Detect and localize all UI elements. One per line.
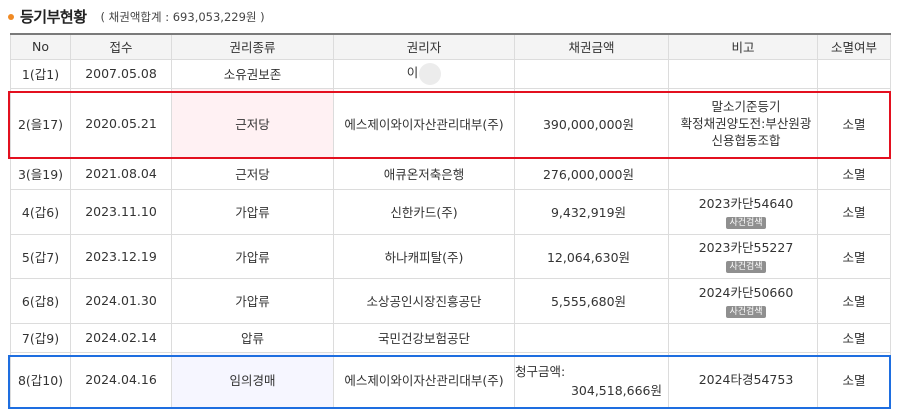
row-date: 2024.04.16 xyxy=(70,351,172,408)
row-no: 4(갑6) xyxy=(10,188,71,235)
row-status: 소멸 xyxy=(817,351,891,408)
row-type: 근저당 xyxy=(171,87,334,159)
bullet-icon xyxy=(8,13,14,20)
row-status: 소멸 xyxy=(817,87,891,159)
row-note: 2023카단54640 사건검색 xyxy=(668,188,818,235)
claim-amount-value: 304,518,666원 xyxy=(570,382,662,398)
row-amount: 390,000,000원 xyxy=(514,87,669,159)
row-no: 6(갑8) xyxy=(10,277,71,324)
row-holder: 에스제이와이자산관리대부(주) xyxy=(333,87,515,159)
row-type: 가압류 xyxy=(171,188,334,235)
table-row: 4(갑6) 2023.11.10 가압류 신한카드(주) 9,432,919원 … xyxy=(10,188,891,235)
note-line: 확정채권양도전:부산원광 xyxy=(680,115,812,131)
note-line: 신용협동조합 xyxy=(711,132,781,148)
claim-amount-label: 청구금액: xyxy=(515,363,566,379)
row-no: 1(갑1) xyxy=(10,58,71,89)
note-line: 말소기준등기 xyxy=(711,98,781,114)
row-no: 3(을19) xyxy=(10,157,71,190)
row-date: 2020.05.21 xyxy=(70,87,172,159)
row-amount xyxy=(514,58,669,89)
table-row: 6(갑8) 2024.01.30 가압류 소상공인시장진흥공단 5,555,68… xyxy=(10,277,891,324)
row-type: 소유권보존 xyxy=(171,58,334,89)
page-title: 등기부현황 xyxy=(20,7,87,26)
row-type: 가압류 xyxy=(171,233,334,279)
row-holder: 애큐온저축은행 xyxy=(333,157,515,190)
row-holder: 이 xyxy=(333,58,515,89)
row-status: 소멸 xyxy=(817,277,891,324)
table-row: 7(갑9) 2024.02.14 압류 국민건강보험공단 소멸 xyxy=(10,322,891,353)
row-holder: 신한카드(주) xyxy=(333,188,515,235)
row-no: 8(갑10) xyxy=(10,351,71,408)
row-date: 2024.02.14 xyxy=(70,322,172,353)
row-holder: 에스제이와이자산관리대부(주) xyxy=(333,351,515,408)
row-note xyxy=(668,322,818,353)
col-header-note: 비고 xyxy=(668,33,818,60)
col-header-status: 소멸여부 xyxy=(817,33,891,60)
case-number: 2023카단54640 xyxy=(698,195,794,211)
table-row: 8(갑10) 2024.04.16 임의경매 에스제이와이자산관리대부(주) 청… xyxy=(10,351,891,408)
holder-name: 이 xyxy=(406,65,419,81)
case-number: 2024카단50660 xyxy=(698,284,794,300)
row-date: 2007.05.08 xyxy=(70,58,172,89)
row-date: 2021.08.04 xyxy=(70,157,172,190)
row-status xyxy=(817,58,891,89)
col-header-amount: 채권금액 xyxy=(514,33,669,60)
row-type: 압류 xyxy=(171,322,334,353)
table-row: 1(갑1) 2007.05.08 소유권보존 이 xyxy=(10,58,891,89)
row-date: 2024.01.30 xyxy=(70,277,172,324)
row-amount: 5,555,680원 xyxy=(514,277,669,324)
row-type: 가압류 xyxy=(171,277,334,324)
row-amount: 9,432,919원 xyxy=(514,188,669,235)
row-note: 2023카단55227 사건검색 xyxy=(668,233,818,279)
row-status: 소멸 xyxy=(817,157,891,190)
row-note xyxy=(668,157,818,190)
col-header-holder: 권리자 xyxy=(333,33,515,60)
case-number: 2023카단55227 xyxy=(698,240,794,255)
case-search-button[interactable]: 사건검색 xyxy=(726,216,766,229)
col-header-no: No xyxy=(10,33,71,60)
row-note: 2024카단50660 사건검색 xyxy=(668,277,818,324)
row-amount: 276,000,000원 xyxy=(514,157,669,190)
table-row: 3(을19) 2021.08.04 근저당 애큐온저축은행 276,000,00… xyxy=(10,157,891,190)
row-type: 근저당 xyxy=(171,157,334,190)
row-holder: 소상공인시장진흥공단 xyxy=(333,277,515,324)
row-date: 2023.11.10 xyxy=(70,188,172,235)
col-header-date: 접수 xyxy=(70,33,172,60)
row-no: 2(을17) xyxy=(10,87,71,159)
claim-total: ( 채권액합계 : 693,053,229원 ) xyxy=(100,10,265,24)
row-no: 7(갑9) xyxy=(10,322,71,353)
case-search-button[interactable]: 사건검색 xyxy=(726,305,766,318)
table-row: 5(갑7) 2023.12.19 가압류 하나캐피탈(주) 12,064,630… xyxy=(10,233,891,279)
row-date: 2023.12.19 xyxy=(70,233,172,279)
blurred-name-mask xyxy=(419,62,442,85)
table-row: 2(을17) 2020.05.21 근저당 에스제이와이자산관리대부(주) 39… xyxy=(10,87,891,159)
col-header-type: 권리종류 xyxy=(171,33,334,60)
row-holder: 국민건강보험공단 xyxy=(333,322,515,353)
section-header: 등기부현황 ( 채권액합계 : 693,053,229원 ) xyxy=(8,4,265,28)
case-search-button[interactable]: 사건검색 xyxy=(726,261,766,273)
row-no: 5(갑7) xyxy=(10,233,71,279)
row-type: 임의경매 xyxy=(171,351,334,408)
row-note: 말소기준등기 확정채권양도전:부산원광 신용협동조합 xyxy=(668,87,818,159)
row-amount: 청구금액: 304,518,666원 xyxy=(514,351,669,408)
table-header-row: No 접수 권리종류 권리자 채권금액 비고 소멸여부 xyxy=(10,33,891,60)
row-amount xyxy=(514,322,669,353)
row-status: 소멸 xyxy=(817,233,891,279)
registry-table: No 접수 권리종류 권리자 채권금액 비고 소멸여부 1(갑1) 2007.0… xyxy=(10,33,891,408)
row-note: 2024타경54753 xyxy=(668,351,818,408)
row-status: 소멸 xyxy=(817,188,891,235)
row-amount: 12,064,630원 xyxy=(514,233,669,279)
row-note xyxy=(668,58,818,89)
row-status: 소멸 xyxy=(817,322,891,353)
row-holder: 하나캐피탈(주) xyxy=(333,233,515,279)
